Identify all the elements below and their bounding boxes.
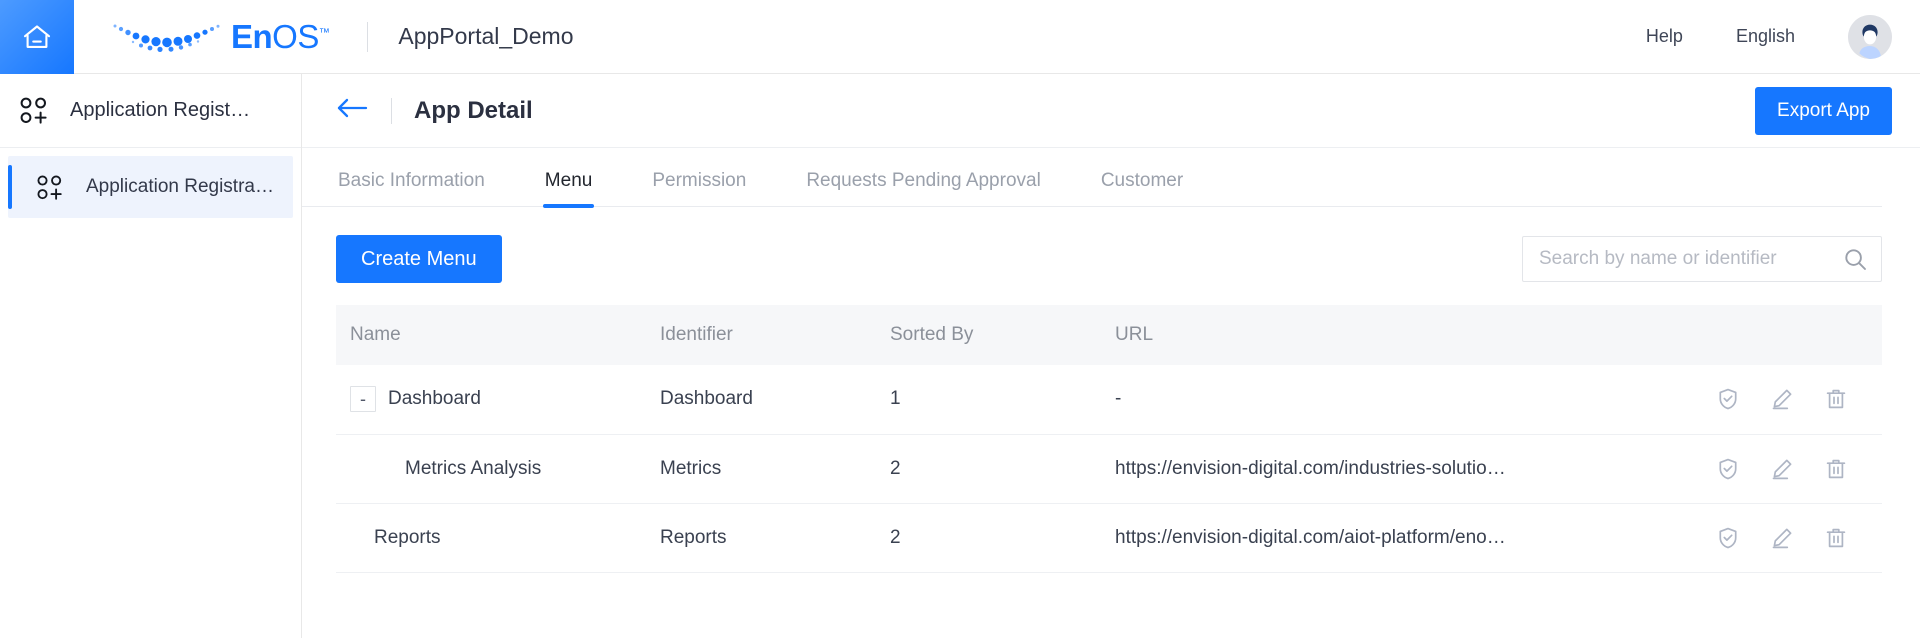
cell-url: - [1101, 365, 1702, 434]
brand-os: OS [272, 18, 319, 55]
top-bar: EnOS™ AppPortal_Demo Help English [0, 0, 1920, 74]
arrow-left-icon [336, 97, 368, 124]
home-button[interactable] [0, 0, 74, 74]
column-header-name: Name [336, 305, 646, 365]
search-box[interactable] [1522, 236, 1882, 282]
column-header-actions [1702, 305, 1882, 365]
column-header-identifier: Identifier [646, 305, 876, 365]
help-label: Help [1646, 26, 1683, 47]
cell-actions [1702, 365, 1882, 434]
cell-name: - Dashboard [336, 365, 646, 434]
active-indicator [8, 165, 12, 209]
language-label: English [1736, 26, 1795, 47]
brand-divider [367, 22, 368, 52]
row-expander-toggle[interactable]: - [350, 386, 376, 412]
sidebar-item-application-registration[interactable]: Application Registra… [8, 156, 293, 218]
tab-requests-pending-approval[interactable]: Requests Pending Approval [804, 170, 1043, 206]
page-title: App Detail [414, 97, 533, 125]
row-name-text: Dashboard [388, 388, 481, 410]
create-menu-button[interactable]: Create Menu [336, 235, 502, 283]
column-header-sorted-by: Sorted By [876, 305, 1101, 365]
sidebar-item-label: Application Registra… [86, 176, 274, 198]
edit-action-pencil-icon[interactable] [1770, 526, 1794, 550]
search-icon[interactable] [1844, 248, 1867, 271]
tab-basic-information[interactable]: Basic Information [336, 170, 487, 206]
brand-tm: ™ [319, 27, 330, 39]
language-menu[interactable]: English [1736, 26, 1814, 47]
sidebar-item-application-registration-root[interactable]: Application Regist… [0, 74, 301, 148]
table-row[interactable]: Reports Reports 2 https://envision-digit… [336, 503, 1882, 572]
user-avatar-icon [1848, 15, 1892, 59]
delete-action-trash-icon[interactable] [1824, 526, 1848, 550]
table-body: - Dashboard Dashboard 1 - [336, 365, 1882, 572]
table-row[interactable]: - Dashboard Dashboard 1 - [336, 365, 1882, 434]
permission-action-shield-check-icon[interactable] [1716, 457, 1740, 481]
delete-action-trash-icon[interactable] [1824, 457, 1848, 481]
menu-table: Name Identifier Sorted By URL - Dashboa [336, 305, 1882, 573]
export-app-button[interactable]: Export App [1755, 87, 1892, 135]
cell-name: Reports [336, 503, 646, 572]
back-button[interactable] [336, 97, 368, 124]
row-name-text: Reports [374, 527, 441, 549]
enos-logo-icon [107, 16, 227, 58]
cell-actions [1702, 434, 1882, 503]
brand-en: En [231, 18, 272, 55]
permission-action-shield-check-icon[interactable] [1716, 526, 1740, 550]
cell-identifier: Reports [646, 503, 876, 572]
cell-sorted-by: 1 [876, 365, 1101, 434]
app-title: AppPortal_Demo [398, 23, 573, 50]
cell-url: https://envision-digital.com/aiot-platfo… [1101, 503, 1702, 572]
tab-permission[interactable]: Permission [650, 170, 748, 206]
edit-action-pencil-icon[interactable] [1770, 387, 1794, 411]
cell-url: https://envision-digital.com/industries-… [1101, 434, 1702, 503]
table-head: Name Identifier Sorted By URL [336, 305, 1882, 365]
sidebar: Application Regist… Application Registra… [0, 74, 302, 638]
delete-action-trash-icon[interactable] [1824, 387, 1848, 411]
tab-menu[interactable]: Menu [543, 170, 595, 206]
top-bar-right: Help English [1646, 15, 1920, 59]
app-add-icon [18, 96, 48, 125]
cell-identifier: Metrics [646, 434, 876, 503]
column-header-url: URL [1101, 305, 1702, 365]
search-input[interactable] [1539, 248, 1844, 270]
avatar[interactable] [1848, 15, 1892, 59]
main-content: App Detail Export App Basic Information … [302, 74, 1920, 638]
help-menu[interactable]: Help [1646, 26, 1702, 47]
detail-header: App Detail Export App [302, 74, 1920, 148]
cell-identifier: Dashboard [646, 365, 876, 434]
cell-actions [1702, 503, 1882, 572]
sidebar-item-label: Application Regist… [70, 99, 250, 122]
tab-customer[interactable]: Customer [1099, 170, 1185, 206]
cell-name: Metrics Analysis [336, 434, 646, 503]
brand: EnOS™ AppPortal_Demo [74, 0, 574, 74]
edit-action-pencil-icon[interactable] [1770, 457, 1794, 481]
table-row[interactable]: Metrics Analysis Metrics 2 https://envis… [336, 434, 1882, 503]
tab-bar: Basic Information Menu Permission Reques… [302, 170, 1882, 207]
header-divider [391, 98, 392, 124]
table-toolbar: Create Menu [302, 235, 1920, 283]
table-header-row: Name Identifier Sorted By URL [336, 305, 1882, 365]
row-name-text: Metrics Analysis [405, 458, 541, 480]
menu-table-area: Name Identifier Sorted By URL - Dashboa [302, 305, 1920, 573]
home-icon [22, 23, 52, 51]
body: Application Regist… Application Registra… [0, 74, 1920, 638]
cell-sorted-by: 2 [876, 503, 1101, 572]
permission-action-shield-check-icon[interactable] [1716, 387, 1740, 411]
app-add-icon [34, 174, 64, 201]
cell-sorted-by: 2 [876, 434, 1101, 503]
brand-wordmark: EnOS™ [231, 20, 329, 53]
